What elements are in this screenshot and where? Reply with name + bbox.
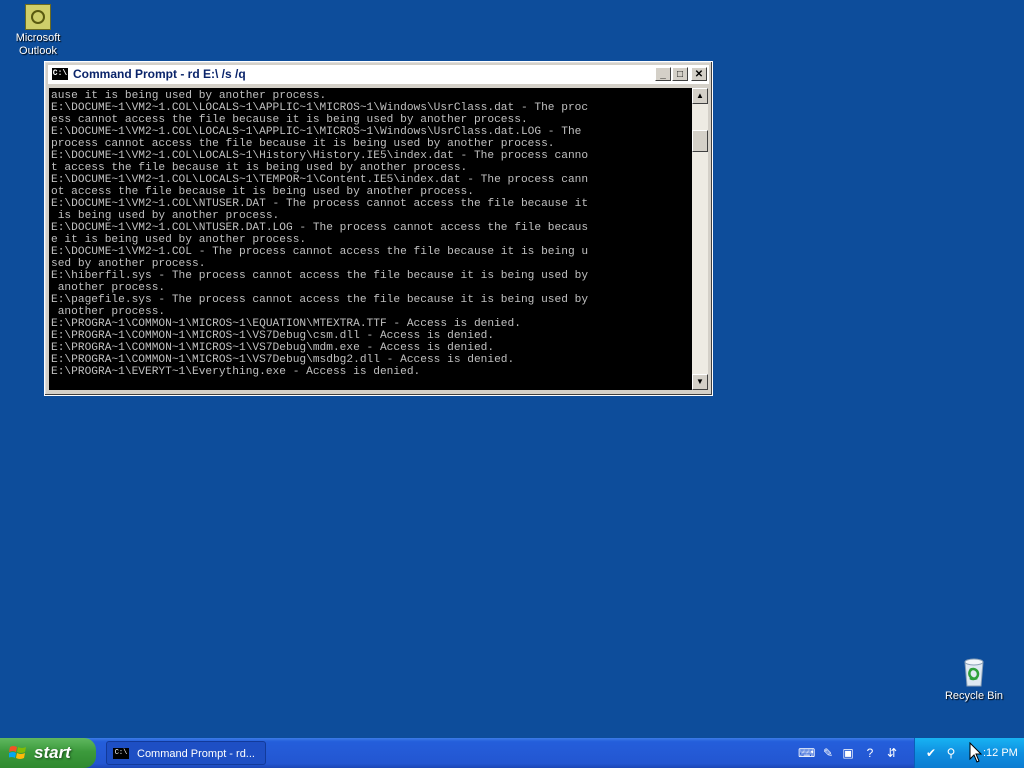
console-line: E:\PROGRA~1\EVERYT~1\Everything.exe - Ac… <box>51 366 421 378</box>
taskbar: start C:\ Command Prompt - rd... ⌨ ✎ ▣ ?… <box>0 738 1024 768</box>
desktop-icon-recycle-bin[interactable]: Recycle Bin <box>934 656 1014 703</box>
start-button[interactable]: start <box>0 738 96 768</box>
shield-icon[interactable]: ✔ <box>923 745 939 761</box>
console-line: process cannot access the file because i… <box>51 138 555 150</box>
console-line: another process. <box>51 282 166 294</box>
console-line: E:\PROGRA~1\COMMON~1\MICROS~1\VS7Debug\m… <box>51 354 515 366</box>
desktop-icon-label: Recycle Bin <box>944 690 1004 702</box>
scroll-thumb[interactable] <box>692 130 708 152</box>
console-line: is being used by another process. <box>51 210 280 222</box>
minimize-icon: _ <box>660 69 666 80</box>
console-line: E:\PROGRA~1\COMMON~1\MICROS~1\VS7Debug\c… <box>51 330 495 342</box>
recycle-bin-icon <box>961 656 987 688</box>
close-icon: ✕ <box>694 69 704 80</box>
console-line: another process. <box>51 306 166 318</box>
console-line: E:\DOCUME~1\VM2~1.COL\NTUSER.DAT - The p… <box>51 198 589 210</box>
maximize-button[interactable]: □ <box>672 67 688 81</box>
scroll-down-button[interactable]: ▼ <box>692 374 708 390</box>
desktop-icon-outlook[interactable]: Microsoft Outlook <box>0 4 78 58</box>
console-line: ot access the file because it is being u… <box>51 186 474 198</box>
start-label: start <box>34 743 71 762</box>
command-prompt-icon: C:\ <box>113 748 129 759</box>
window-title: Command Prompt - rd E:\ /s /q <box>73 67 246 81</box>
console-output[interactable]: ause it is being used by another process… <box>49 88 692 390</box>
console-line: ause it is being used by another process… <box>51 90 327 102</box>
command-prompt-icon[interactable]: C:\ <box>52 68 68 80</box>
close-button[interactable]: ✕ <box>691 67 707 81</box>
console-line: t access the file because it is being us… <box>51 162 468 174</box>
console-line: E:\hiberfil.sys - The process cannot acc… <box>51 270 589 282</box>
language-icon[interactable]: ⇵ <box>884 745 900 761</box>
console-line: E:\PROGRA~1\COMMON~1\MICROS~1\EQUATION\M… <box>51 318 521 330</box>
title-bar[interactable]: C:\ Command Prompt - rd E:\ /s /q _ □ ✕ <box>48 65 709 84</box>
console-line: E:\PROGRA~1\COMMON~1\MICROS~1\VS7Debug\m… <box>51 342 495 354</box>
outlook-icon <box>25 4 51 30</box>
console-line: E:\DOCUME~1\VM2~1.COL\LOCALS~1\History\H… <box>51 150 589 162</box>
console-text: ause it is being used by another process… <box>49 88 692 378</box>
clock[interactable]: :12 PM <box>983 738 1018 768</box>
console-line: sed by another process. <box>51 258 206 270</box>
console-line: e it is being used by another process. <box>51 234 307 246</box>
console-line: ess cannot access the file because it is… <box>51 114 528 126</box>
desktop-icon-label: Microsoft Outlook <box>15 32 61 57</box>
scroll-up-button[interactable]: ▲ <box>692 88 708 104</box>
keyboard-icon[interactable]: ⌨ <box>798 745 815 761</box>
console-line: E:\DOCUME~1\VM2~1.COL\LOCALS~1\APPLIC~1\… <box>51 102 589 114</box>
console-line: E:\DOCUME~1\VM2~1.COL - The process cann… <box>51 246 589 258</box>
taskbar-item-label: Command Prompt - rd... <box>137 748 255 760</box>
pen-icon[interactable]: ✎ <box>820 745 836 761</box>
minimize-button[interactable]: _ <box>655 67 671 81</box>
maximize-icon: □ <box>676 69 684 80</box>
console-line: E:\pagefile.sys - The process cannot acc… <box>51 294 589 306</box>
vertical-scrollbar[interactable]: ▲ ▼ <box>692 88 708 390</box>
taskbar-item-command-prompt[interactable]: C:\ Command Prompt - rd... <box>106 741 266 765</box>
console-line: E:\DOCUME~1\VM2~1.COL\LOCALS~1\APPLIC~1\… <box>51 126 582 138</box>
search-icon[interactable]: ⚲ <box>943 745 959 761</box>
console-line: E:\DOCUME~1\VM2~1.COL\NTUSER.DAT.LOG - T… <box>51 222 589 234</box>
help-icon[interactable]: ? <box>862 745 878 761</box>
windows-logo-icon <box>9 746 26 759</box>
command-prompt-window[interactable]: C:\ Command Prompt - rd E:\ /s /q _ □ ✕ … <box>44 61 713 396</box>
network-icon[interactable]: ▣ <box>840 745 856 761</box>
mouse-cursor-icon <box>969 742 983 763</box>
console-line: E:\DOCUME~1\VM2~1.COL\LOCALS~1\TEMPOR~1\… <box>51 174 589 186</box>
